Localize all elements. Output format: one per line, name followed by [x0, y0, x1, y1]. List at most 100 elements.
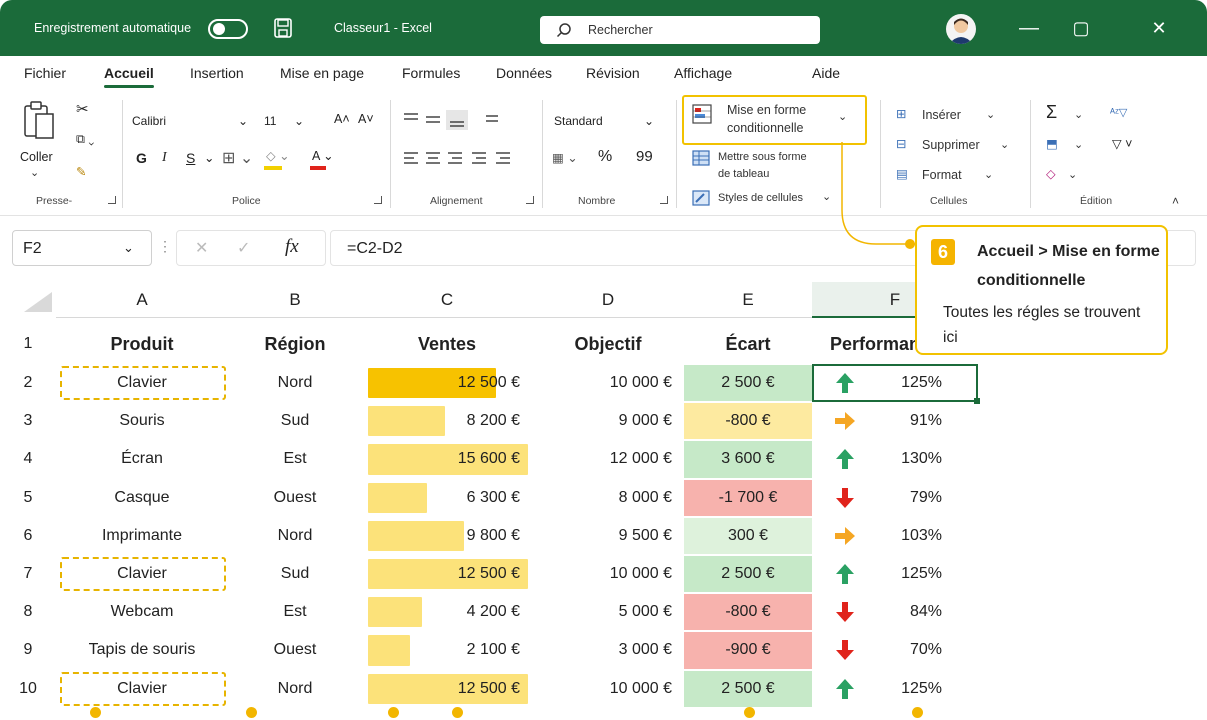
italic-button[interactable]: I	[162, 150, 167, 166]
alignment-launcher-icon[interactable]	[526, 196, 534, 204]
cell-performance[interactable]: 70%	[860, 631, 954, 669]
chevron-down-icon[interactable]: ⌄	[1068, 168, 1077, 181]
fill-icon[interactable]: ⬒	[1046, 136, 1058, 151]
bold-button[interactable]: G	[136, 150, 147, 166]
clear-icon[interactable]: ◇	[1046, 166, 1056, 181]
cell-ecart[interactable]: 2 500 €	[684, 670, 812, 707]
header-ecart[interactable]: Écart	[684, 326, 812, 362]
chevron-down-icon[interactable]: ⌄	[1074, 138, 1083, 151]
row-header[interactable]: 10	[0, 670, 56, 708]
currency-icon[interactable]: ▦ ⌄	[552, 150, 578, 165]
cell-ecart[interactable]: 2 500 €	[684, 365, 812, 402]
insert-button[interactable]: Insérer	[922, 108, 961, 122]
format-as-table-label-1[interactable]: Mettre sous forme	[718, 151, 807, 163]
cell-objectif[interactable]: 5 000 €	[532, 593, 684, 631]
autosave-toggle[interactable]	[208, 19, 248, 39]
header-objectif[interactable]: Objectif	[532, 326, 684, 362]
cell-ecart[interactable]: 300 €	[684, 517, 812, 554]
row-header[interactable]: 6	[0, 517, 56, 555]
cell-performance[interactable]: 125%	[860, 670, 954, 708]
insert-function-button[interactable]: fx	[285, 236, 299, 258]
font-size-select[interactable]: 11 ⌄	[264, 114, 314, 136]
cell-objectif[interactable]: 10 000 €	[532, 555, 684, 593]
avatar[interactable]	[946, 14, 976, 44]
number-format-select[interactable]: Standard ⌄	[554, 114, 658, 136]
maximize-button[interactable]: ▢	[1066, 14, 1096, 42]
tab-mise-en-page[interactable]: Mise en page	[280, 65, 364, 81]
tab-fichier[interactable]: Fichier	[24, 65, 66, 81]
collapse-ribbon-icon[interactable]: ˄	[1172, 194, 1179, 208]
cell-styles-button[interactable]: Styles de cellules	[718, 192, 803, 204]
cell-objectif[interactable]: 10 000 €	[532, 364, 684, 402]
cell-produit[interactable]: Webcam	[56, 593, 228, 631]
delete-button[interactable]: Supprimer	[922, 138, 980, 152]
horizontal-align-icons[interactable]	[402, 150, 532, 168]
save-icon[interactable]	[274, 18, 292, 38]
cell-ventes[interactable]: 2 100 €	[362, 631, 532, 669]
select-all-icon[interactable]	[20, 290, 54, 314]
column-header-b[interactable]: B	[228, 282, 362, 318]
chevron-down-icon[interactable]: ⌄	[204, 150, 214, 165]
percent-button[interactable]: %	[598, 148, 612, 166]
cell-produit[interactable]: Souris	[56, 402, 228, 440]
sort-filter-icon[interactable]: ᴬᶻ▽	[1110, 106, 1127, 119]
font-name-select[interactable]: Calibri ⌄	[132, 114, 252, 136]
cell-objectif[interactable]: 3 000 €	[532, 631, 684, 669]
format-as-table-label-2[interactable]: de tableau	[718, 168, 769, 180]
name-box[interactable]: F2 ⌄	[12, 230, 152, 266]
cell-region[interactable]: Est	[228, 593, 362, 631]
font-color-icon[interactable]: A ⌄	[312, 148, 334, 163]
cell-produit[interactable]: Casque	[56, 479, 228, 517]
cell-objectif[interactable]: 9 500 €	[532, 517, 684, 555]
cell-objectif[interactable]: 9 000 €	[532, 402, 684, 440]
cell-produit[interactable]: Imprimante	[56, 517, 228, 555]
cell-ventes[interactable]: 4 200 €	[362, 593, 532, 631]
cell-ventes[interactable]: 9 800 €	[362, 517, 532, 555]
cell-ecart[interactable]: -900 €	[684, 632, 812, 669]
row-header[interactable]: 4	[0, 440, 56, 478]
cell-region[interactable]: Sud	[228, 402, 362, 440]
tab-donnees[interactable]: Données	[496, 65, 552, 81]
cell-region[interactable]: Nord	[228, 670, 362, 708]
search-input[interactable]: Rechercher	[540, 16, 820, 44]
cell-performance[interactable]: 79%	[860, 479, 954, 517]
row-header[interactable]: 7	[0, 555, 56, 593]
cell-ventes[interactable]: 8 200 €	[362, 402, 532, 440]
fill-color-icon[interactable]: ◇ ⌄	[266, 148, 290, 163]
cell-performance[interactable]: 130%	[860, 440, 954, 478]
cell-region[interactable]: Est	[228, 440, 362, 478]
cell-performance[interactable]: 125%	[860, 555, 954, 593]
number-launcher-icon[interactable]	[660, 196, 668, 204]
cell-objectif[interactable]: 10 000 €	[532, 670, 684, 708]
more-icon[interactable]: ⋮	[158, 238, 172, 255]
row-header[interactable]: 5	[0, 479, 56, 517]
font-launcher-icon[interactable]	[374, 196, 382, 204]
cell-region[interactable]: Sud	[228, 555, 362, 593]
column-header-d[interactable]: D	[532, 282, 684, 318]
cell-region[interactable]: Ouest	[228, 479, 362, 517]
cell-ecart[interactable]: 3 600 €	[684, 441, 812, 478]
cell-region[interactable]: Nord	[228, 517, 362, 555]
tab-revision[interactable]: Révision	[586, 65, 640, 81]
vertical-align-icons[interactable]	[402, 110, 522, 130]
autosum-icon[interactable]: Σ	[1046, 102, 1057, 123]
tab-formules[interactable]: Formules	[402, 65, 460, 81]
thousands-separator-button[interactable]: 99	[636, 148, 653, 165]
cell-region[interactable]: Ouest	[228, 631, 362, 669]
format-button[interactable]: Format	[922, 168, 962, 182]
cancel-icon[interactable]: ✕	[195, 238, 208, 258]
cell-objectif[interactable]: 12 000 €	[532, 440, 684, 478]
cell-region[interactable]: Nord	[228, 364, 362, 402]
cell-ventes[interactable]: 12 500 €	[362, 555, 532, 593]
column-header-a[interactable]: A	[56, 282, 228, 318]
cell-objectif[interactable]: 8 000 €	[532, 479, 684, 517]
header-ventes[interactable]: Ventes	[362, 326, 532, 362]
cell-ventes[interactable]: 6 300 €	[362, 479, 532, 517]
underline-button[interactable]: S	[186, 150, 195, 166]
cell-performance[interactable]: 103%	[860, 517, 954, 555]
confirm-icon[interactable]: ✓	[237, 238, 250, 258]
minimize-button[interactable]: —	[1014, 14, 1044, 42]
row-header[interactable]: 1	[0, 326, 56, 362]
paste-button[interactable]: Coller	[20, 150, 53, 164]
fill-handle[interactable]	[974, 398, 980, 405]
